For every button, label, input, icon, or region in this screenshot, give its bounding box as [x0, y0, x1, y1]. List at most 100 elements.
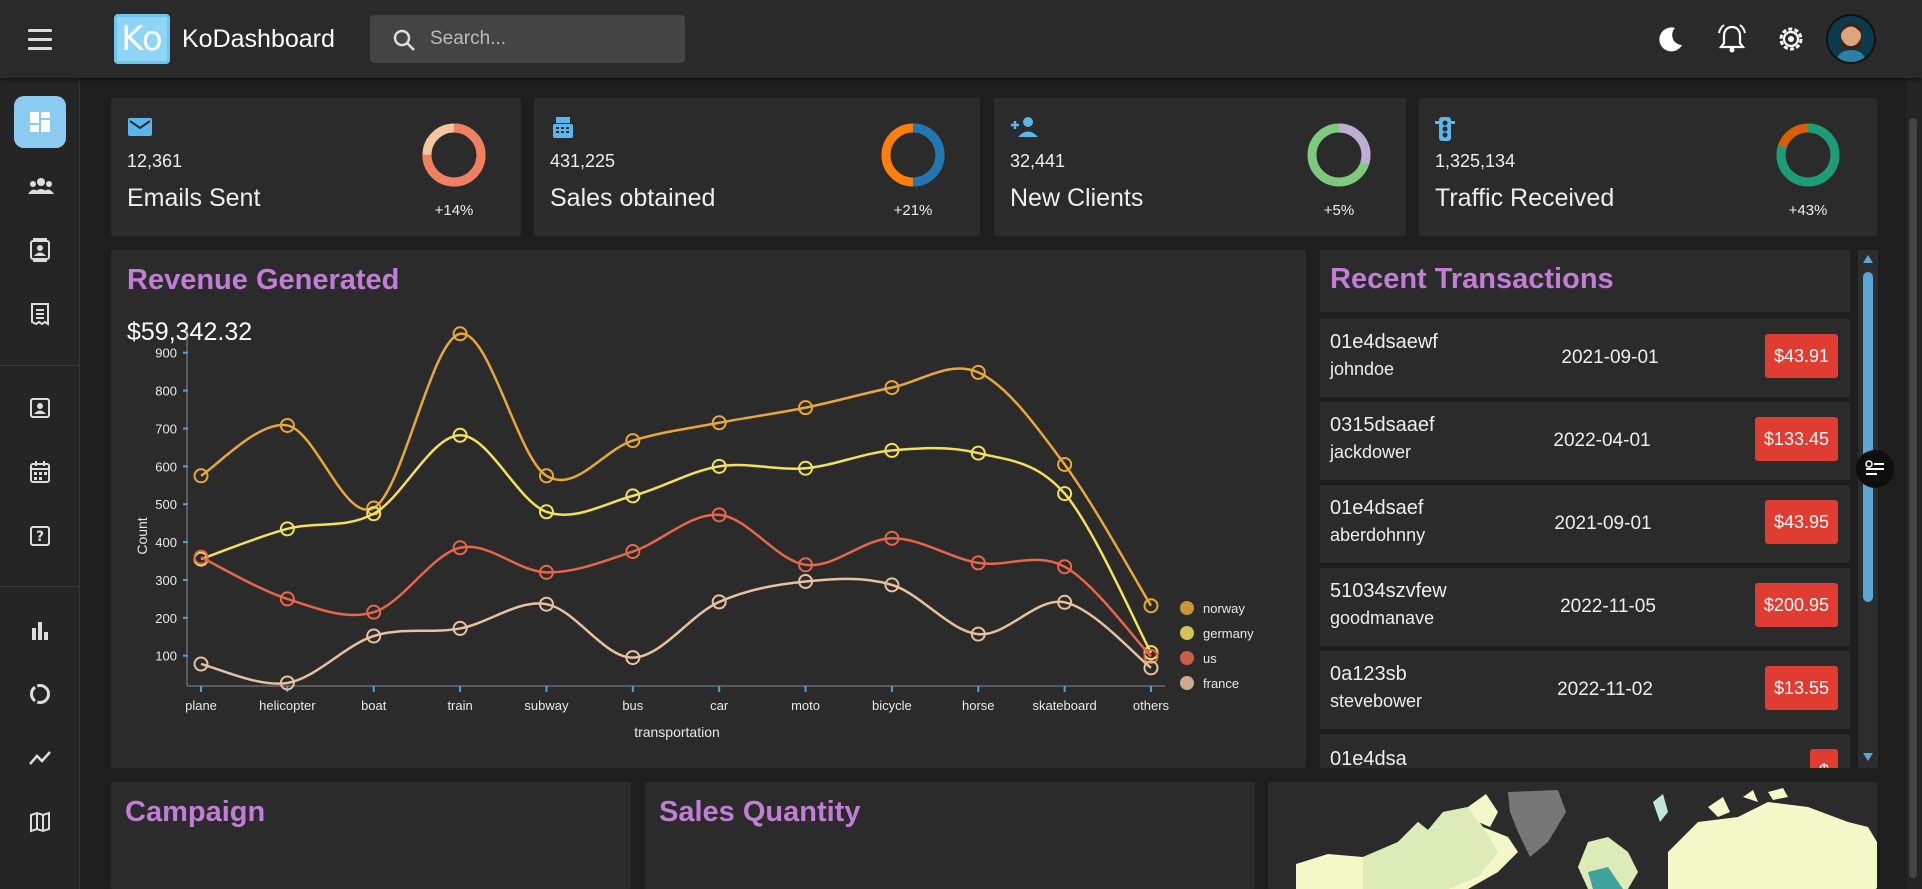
stat-card-emails: 12,361 Emails Sent +14%: [111, 98, 521, 236]
search-icon: [393, 29, 415, 51]
traffic-icon: [1435, 117, 1455, 141]
revenue-line-chart: Count transportation 100 200 300 400 500 600 7…: [134, 326, 1254, 740]
help-icon: ?: [30, 526, 50, 546]
series-line-norway: [200, 332, 1153, 607]
transaction-user: aberdohnny: [1330, 525, 1426, 545]
page-scrollbar[interactable]: [1906, 78, 1922, 889]
transactions-header: Recent Transactions: [1320, 250, 1850, 312]
legend-swatch-us: [1180, 651, 1194, 665]
transaction-row[interactable]: 01e4dsaef aberdohnny 2021-09-01 $43.95: [1320, 485, 1850, 563]
scroll-thumb[interactable]: [1863, 272, 1873, 602]
x-tick-label: bicycle: [872, 698, 912, 713]
data-point-norway[interactable]: [193, 468, 209, 484]
menu-icon[interactable]: [22, 26, 58, 52]
transaction-row[interactable]: 51034szvfew goodmanave 2022-11-05 $200.9…: [1320, 568, 1850, 646]
y-tick-label: 200: [155, 611, 177, 626]
transaction-amount[interactable]: $43.91: [1764, 334, 1838, 378]
scroll-up-icon[interactable]: [1862, 254, 1874, 264]
campaign-card: Campaign: [111, 782, 631, 889]
sidebar-item-bar-chart[interactable]: [14, 604, 66, 656]
legend-swatch-france: [1180, 676, 1194, 690]
search-box: [370, 15, 685, 63]
x-tick-label: skateboard: [1032, 698, 1096, 713]
sidebar: ?: [0, 78, 80, 889]
transaction-id: 51034szvfew: [1330, 580, 1447, 602]
bell-icon[interactable]: [1714, 21, 1750, 57]
transaction-amount[interactable]: $133.45: [1754, 417, 1838, 461]
sidebar-item-calendar[interactable]: [14, 446, 66, 498]
x-tick-label: boat: [361, 698, 387, 713]
progress-ring: [422, 123, 486, 187]
page-scroll-thumb[interactable]: [1909, 118, 1917, 878]
transaction-user: johndoe: [1330, 359, 1395, 379]
bar-chart-icon: [32, 622, 48, 640]
transaction-id: 0315dsaaef: [1330, 414, 1435, 436]
sidebar-item-pie-chart[interactable]: [14, 668, 66, 720]
x-tick-label: subway: [524, 698, 569, 713]
sidebar-divider: [0, 365, 80, 366]
progress-ring: [1776, 123, 1840, 187]
transaction-row[interactable]: 01e4dsaewf johndoe 2021-09-01 $43.91: [1320, 319, 1850, 397]
y-tick-label: 600: [155, 459, 177, 474]
stat-increase: +21%: [893, 202, 933, 219]
transaction-row[interactable]: 01e4dsa $: [1320, 734, 1850, 768]
sidebar-item-profile[interactable]: [14, 382, 66, 434]
stat-value: 1,325,134: [1435, 151, 1516, 171]
transaction-amount[interactable]: $43.95: [1764, 500, 1838, 544]
sidebar-item-dashboard[interactable]: [14, 96, 66, 148]
transaction-user: stevebower: [1330, 691, 1423, 711]
geography-card: [1268, 782, 1877, 889]
sidebar-item-invoices[interactable]: [14, 288, 66, 340]
email-icon: [128, 118, 152, 136]
transaction-row[interactable]: 0a123sb stevebower 2022-11-02 $13.55: [1320, 651, 1850, 729]
revenue-card: Revenue Generated $59,342.32 Count trans…: [111, 250, 1353, 768]
transaction-amount[interactable]: $200.95: [1754, 583, 1838, 627]
sidebar-item-map[interactable]: [14, 796, 66, 848]
gear-icon[interactable]: [1773, 21, 1809, 57]
filter-list-button[interactable]: [1856, 450, 1894, 488]
sidebar-divider: [0, 586, 80, 587]
y-tick-label: 900: [155, 346, 177, 361]
transactions-scrollbar[interactable]: [1858, 250, 1878, 768]
campaign-title: Campaign: [125, 796, 266, 828]
x-axis-label: transportation: [634, 724, 720, 740]
transaction-user: jackdower: [1330, 442, 1412, 462]
stat-label: Traffic Received: [1435, 184, 1615, 212]
y-tick-label: 500: [155, 497, 177, 512]
transaction-id: 01e4dsaef: [1330, 497, 1424, 519]
y-tick-label: 400: [155, 535, 177, 550]
series-line-germany: [200, 434, 1153, 654]
stat-card-clients: 32,441 New Clients +5%: [994, 98, 1406, 236]
scroll-down-icon[interactable]: [1862, 752, 1874, 762]
transaction-id: 01e4dsaewf: [1330, 331, 1438, 353]
transactions-title: Recent Transactions: [1330, 263, 1614, 295]
transaction-amount[interactable]: $: [1809, 749, 1838, 768]
x-tick-label: helicopter: [259, 698, 316, 713]
stat-label: Emails Sent: [127, 184, 261, 212]
sidebar-item-line-chart[interactable]: [14, 732, 66, 784]
transaction-amount[interactable]: $13.55: [1764, 666, 1838, 710]
search-input[interactable]: [430, 15, 675, 63]
transaction-row[interactable]: 0315dsaaef jackdower 2022-04-01 $133.45: [1320, 402, 1850, 480]
person-add-icon: [1011, 117, 1038, 137]
svg-text:?: ?: [36, 529, 44, 545]
moon-icon[interactable]: [1653, 21, 1689, 57]
y-tick-label: 700: [155, 421, 177, 436]
avatar[interactable]: [1826, 14, 1876, 64]
sidebar-item-help[interactable]: ?: [14, 510, 66, 562]
stat-label: New Clients: [1010, 184, 1144, 212]
progress-ring: [881, 123, 945, 187]
stat-card-traffic: 1,325,134 Traffic Received +43%: [1419, 98, 1877, 236]
app-title: KoDashboard: [182, 25, 335, 53]
sales-quantity-card: Sales Quantity: [645, 782, 1255, 889]
y-axis-label: Count: [134, 517, 150, 554]
x-tick-label: plane: [185, 698, 217, 713]
series-line-france: [200, 577, 1152, 685]
filter-list-icon: [1865, 460, 1884, 475]
sidebar-item-contacts[interactable]: [14, 224, 66, 276]
transaction-id: 01e4dsa: [1330, 748, 1407, 768]
legend-label: germany: [1203, 626, 1254, 641]
cash-register-icon: [553, 117, 573, 138]
sidebar-item-team[interactable]: [14, 160, 66, 212]
geography-map: [1296, 788, 1877, 889]
